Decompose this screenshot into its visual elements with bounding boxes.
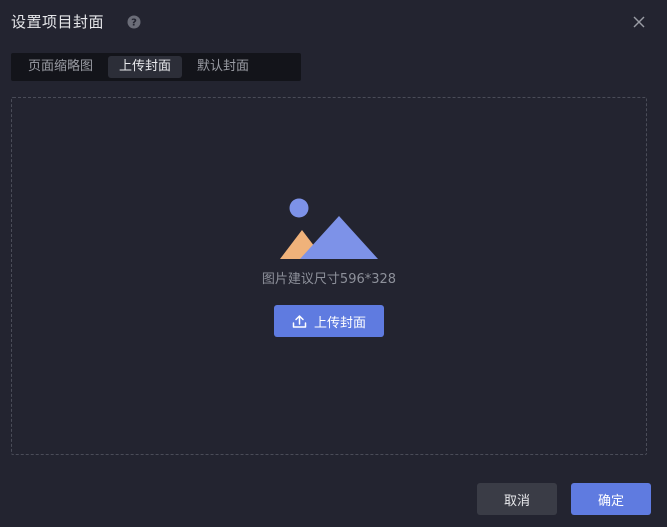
- set-cover-dialog: 设置项目封面 ? 页面缩略图 上传封面 默认封面 图片建议尺寸596*328 上…: [0, 0, 667, 527]
- image-placeholder-icon: [280, 198, 380, 260]
- tab-upload-cover[interactable]: 上传封面: [108, 56, 183, 78]
- tab-page-thumbnail[interactable]: 页面缩略图: [17, 56, 104, 78]
- cover-source-tabs: 页面缩略图 上传封面 默认封面: [11, 53, 301, 81]
- confirm-button[interactable]: 确定: [571, 483, 651, 515]
- dialog-header: 设置项目封面 ?: [11, 11, 141, 33]
- upload-button-label: 上传封面: [313, 315, 366, 331]
- upload-cover-button[interactable]: 上传封面: [274, 305, 384, 337]
- cancel-button[interactable]: 取消: [477, 483, 557, 515]
- upload-drop-zone[interactable]: 图片建议尺寸596*328 上传封面: [11, 97, 647, 455]
- question-circle-icon[interactable]: ?: [127, 15, 141, 29]
- svg-text:?: ?: [131, 18, 137, 29]
- size-hint: 图片建议尺寸596*328: [261, 272, 397, 287]
- close-icon[interactable]: [633, 16, 645, 28]
- upload-icon: [292, 314, 307, 329]
- dialog-title: 设置项目封面: [11, 13, 105, 31]
- tab-default-cover[interactable]: 默认封面: [186, 56, 260, 78]
